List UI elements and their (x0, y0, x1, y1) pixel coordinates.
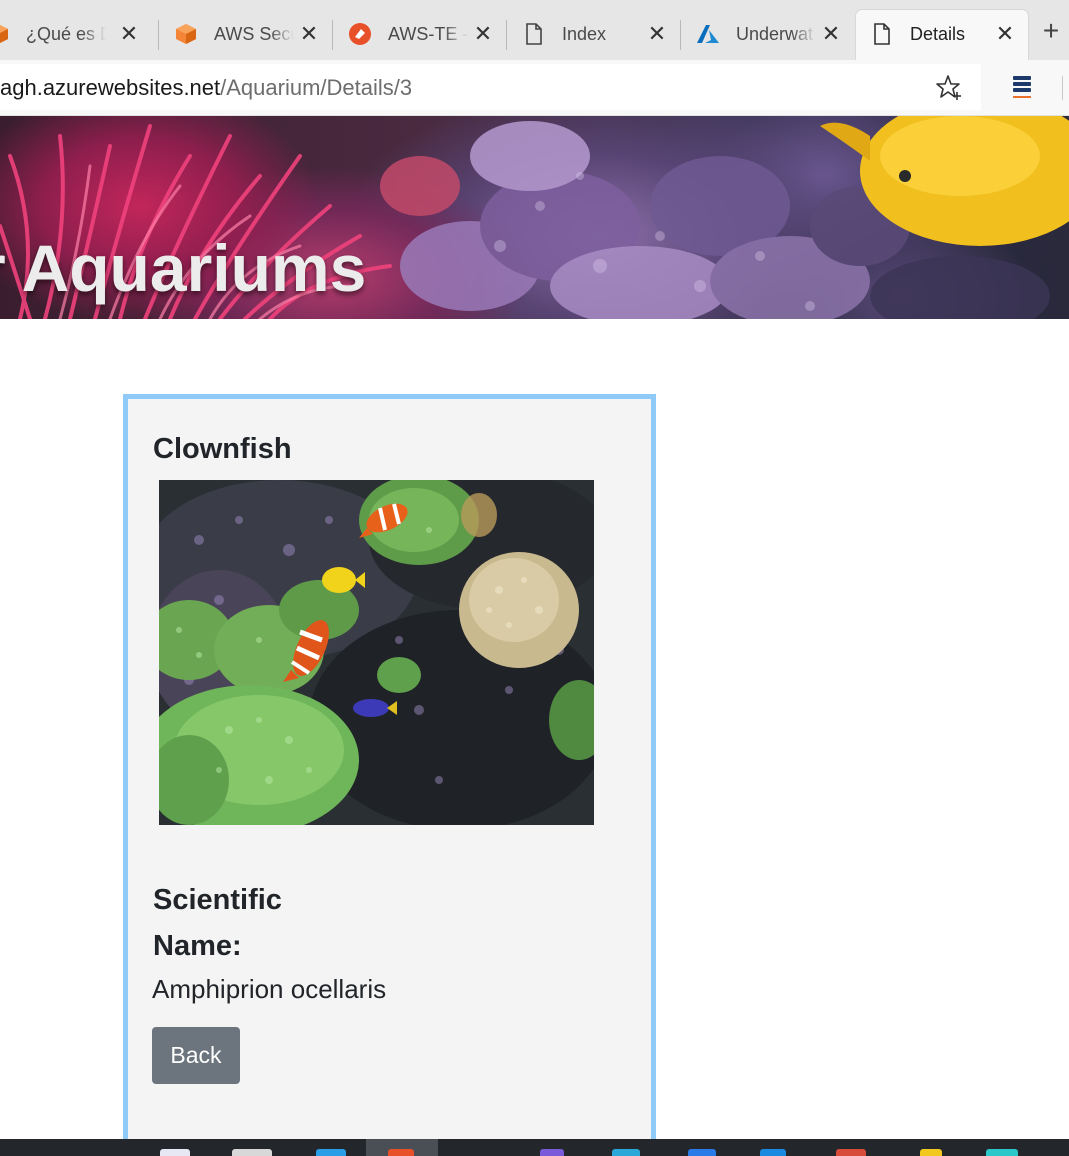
tab-details[interactable]: Details ✕ (856, 10, 1028, 60)
taskbar-app-icon[interactable] (232, 1149, 272, 1156)
tab-separator (506, 20, 507, 50)
tab-title: AWS Secu (214, 24, 294, 44)
hero-banner: r Aquariums (0, 116, 1069, 319)
hub-icon[interactable] (1010, 73, 1034, 101)
taskbar-app-icon[interactable] (760, 1149, 786, 1156)
taskbar-app-icon[interactable] (160, 1149, 190, 1156)
taskbar-app-icon[interactable] (920, 1149, 942, 1156)
aws-cube-icon (0, 25, 8, 43)
taskbar-app-icon[interactable] (836, 1149, 866, 1156)
aws-cube-icon (176, 24, 196, 44)
scientific-name-label: Scientific Name: (153, 884, 282, 962)
tab-aws-te[interactable]: AWS-TE - ✕ (334, 10, 506, 60)
tab-aws-security[interactable]: AWS Secu ✕ (160, 10, 332, 60)
details-card: Clownfish Scientific Name: Amphiprion oc… (123, 394, 656, 1154)
close-icon[interactable]: ✕ (118, 23, 140, 45)
tab-que-es[interactable]: ¿Qué es D ✕ (0, 10, 152, 60)
gitlab-red-icon (349, 23, 371, 45)
tab-title: Underwat (736, 24, 814, 44)
tab-strip: ¿Qué es D ✕ AWS Secu ✕ AWS-TE - ✕ Index … (0, 0, 1069, 60)
taskbar-app-icon[interactable] (986, 1149, 1018, 1156)
clownfish-photo (159, 480, 594, 825)
page-icon (526, 23, 542, 45)
tab-title: AWS-TE - (388, 24, 468, 44)
taskbar-app-icon[interactable] (612, 1149, 640, 1156)
navigation-bar: agh.azurewebsites.net/Aquarium/Details/3 (0, 60, 1069, 116)
banner-title: r Aquariums (0, 231, 367, 305)
close-icon[interactable]: ✕ (472, 23, 494, 45)
tab-underwater[interactable]: Underwat ✕ (682, 10, 854, 60)
page-icon (874, 23, 890, 45)
url-path: /Aquarium/Details/3 (220, 75, 413, 100)
clownfish-reef-image (159, 480, 594, 825)
tab-title: ¿Qué es D (26, 24, 106, 44)
taskbar-app-icon[interactable] (316, 1149, 346, 1156)
close-icon[interactable]: ✕ (298, 23, 320, 45)
close-icon[interactable]: ✕ (994, 23, 1016, 45)
azure-icon (697, 25, 719, 43)
taskbar (0, 1139, 1069, 1156)
taskbar-app-icon[interactable] (688, 1149, 716, 1156)
tab-index[interactable]: Index ✕ (508, 10, 680, 60)
tab-separator (680, 20, 681, 50)
url-text[interactable]: agh.azurewebsites.net/Aquarium/Details/3 (0, 75, 412, 101)
add-favorite-star-icon[interactable] (934, 73, 964, 103)
back-button[interactable]: Back (152, 1027, 240, 1084)
scientific-name-value: Amphiprion ocellaris (152, 974, 387, 1004)
toolbar-divider (1062, 76, 1063, 100)
new-tab-button[interactable]: + (1037, 17, 1065, 46)
tab-separator (158, 20, 159, 50)
tab-title: Index (562, 24, 607, 44)
taskbar-app-icon[interactable] (540, 1149, 564, 1156)
tab-separator (332, 20, 333, 50)
url-host: agh.azurewebsites.net (0, 75, 221, 100)
fish-name-heading: Clownfish (153, 433, 292, 465)
close-icon[interactable]: ✕ (646, 23, 668, 45)
tab-title: Details (910, 24, 966, 44)
address-bar[interactable]: agh.azurewebsites.net/Aquarium/Details/3 (0, 64, 981, 110)
taskbar-app-icon[interactable] (388, 1149, 414, 1156)
close-icon[interactable]: ✕ (820, 23, 842, 45)
